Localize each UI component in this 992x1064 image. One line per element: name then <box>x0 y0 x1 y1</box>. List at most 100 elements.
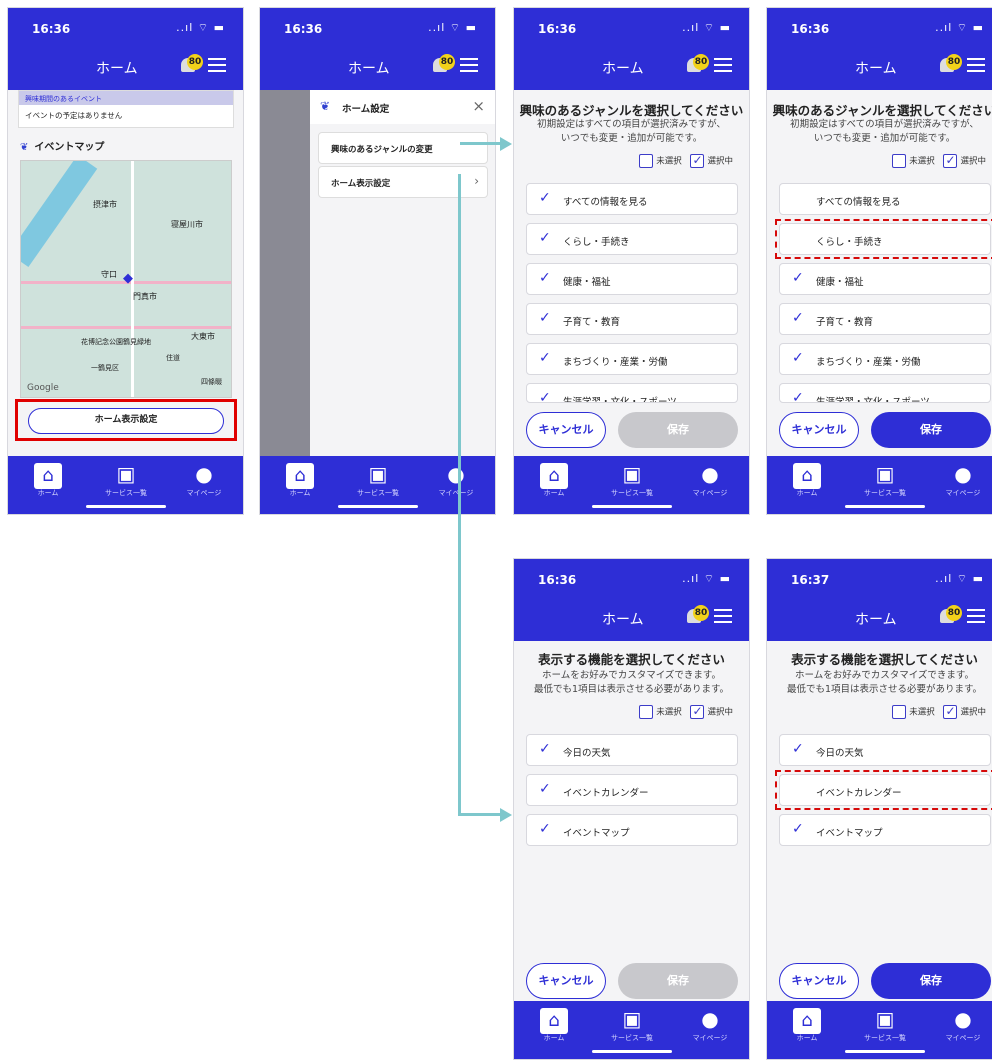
user-icon: ● <box>954 1007 972 1031</box>
unchecked-box-icon <box>892 154 907 168</box>
nav-mypage[interactable]: ● マイページ <box>678 462 742 498</box>
app-header: 16:36 ..ıl ⌔ ▬ ホーム 80 <box>8 8 243 90</box>
nav-mypage[interactable]: ● マイページ <box>678 1007 742 1043</box>
save-button[interactable]: 保存 <box>871 963 991 999</box>
check-icon: ✓ <box>539 190 551 206</box>
home-icon: ⌂ <box>775 1007 839 1034</box>
genre-item[interactable]: ✓ 生涯学習・文化・スポーツ <box>526 383 738 403</box>
map-label: 花博記念公園鶴見緑地 <box>81 338 151 346</box>
home-indicator <box>592 505 672 508</box>
cancel-button[interactable]: キャンセル <box>526 412 606 448</box>
map-label: 摂津市 <box>93 200 117 209</box>
grid-icon: ▣ <box>368 462 388 486</box>
hamburger-menu-icon[interactable] <box>714 609 732 623</box>
highlight-box <box>15 399 237 441</box>
notification-bell-icon[interactable]: 80 <box>937 54 962 74</box>
nav-home[interactable]: ⌂ ホーム <box>268 462 332 498</box>
event-map[interactable]: 摂津市 寝屋川市 守口 門真市 大東市 花博記念公園鶴見緑地 一鶴見区 住道 四… <box>20 160 232 398</box>
nav-home[interactable]: ⌂ ホーム <box>16 462 80 498</box>
header-title: ホーム <box>602 612 644 628</box>
drawer-item-home-display[interactable]: ホーム表示設定 › <box>318 166 488 198</box>
nav-home[interactable]: ⌂ ホーム <box>522 462 586 498</box>
dimmed-background[interactable] <box>260 90 310 458</box>
chevron-right-icon: › <box>474 174 479 188</box>
event-banner-text: イベントの予定はありません <box>25 111 123 120</box>
screen-genre-default: 16:36 ..ıl ⌔ ▬ ホーム 80 興味のあるジャンルを選択してください… <box>513 7 750 515</box>
genre-item[interactable]: ✓ 生涯学習・文化・スポーツ <box>779 383 991 403</box>
check-icon: ✓ <box>792 270 804 286</box>
notification-badge: 80 <box>693 54 709 70</box>
save-button[interactable]: 保存 <box>871 412 991 448</box>
nav-mypage[interactable]: ● マイページ <box>931 462 992 498</box>
home-indicator <box>592 1050 672 1053</box>
grid-icon: ▣ <box>622 1007 642 1031</box>
notification-bell-icon[interactable]: 80 <box>178 54 203 74</box>
nav-services[interactable]: ▣ サービス一覧 <box>600 1007 664 1043</box>
flow-arrow-head <box>500 137 512 151</box>
genre-item[interactable]: ✓ 子育て・教育 <box>779 303 991 335</box>
check-icon: ✓ <box>539 390 551 403</box>
feature-item[interactable]: ✓ 今日の天気 <box>526 734 738 766</box>
genre-item[interactable]: ✓ 健康・福祉 <box>779 263 991 295</box>
feature-item[interactable]: ✓ イベントマップ <box>526 814 738 846</box>
check-icon: ✓ <box>792 350 804 366</box>
screen-genre-changed: 16:36 ..ıl ⌔ ▬ ホーム 80 興味のあるジャンルを選択してください… <box>766 7 992 515</box>
hamburger-menu-icon[interactable] <box>967 609 985 623</box>
feature-item[interactable]: ✓ イベントカレンダー <box>526 774 738 806</box>
cancel-button[interactable]: キャンセル <box>526 963 606 999</box>
map-label: 一鶴見区 <box>91 364 119 372</box>
header-title: ホーム <box>348 61 390 77</box>
nav-services[interactable]: ▣ サービス一覧 <box>346 462 410 498</box>
genre-item[interactable]: すべての情報を見る <box>779 183 991 215</box>
nav-services[interactable]: ▣ サービス一覧 <box>853 1007 917 1043</box>
status-icons: ..ıl ⌔ ▬ <box>176 21 225 34</box>
hamburger-menu-icon[interactable] <box>208 58 226 72</box>
drawer-header: ❦ ホーム設定 × <box>310 90 495 124</box>
user-icon: ● <box>954 462 972 486</box>
header-title: ホーム <box>96 61 138 77</box>
notification-bell-icon[interactable]: 80 <box>684 54 709 74</box>
hamburger-menu-icon[interactable] <box>460 58 478 72</box>
hamburger-menu-icon[interactable] <box>714 58 732 72</box>
grid-icon: ▣ <box>622 462 642 486</box>
feature-item[interactable]: ✓ イベントマップ <box>779 814 991 846</box>
notification-bell-icon[interactable]: 80 <box>684 605 709 625</box>
genre-item[interactable]: ✓ くらし・手続き <box>526 223 738 255</box>
notification-badge: 80 <box>946 605 962 621</box>
hamburger-menu-icon[interactable] <box>967 58 985 72</box>
nav-mypage[interactable]: ● マイページ <box>931 1007 992 1043</box>
genre-item[interactable]: ✓ すべての情報を見る <box>526 183 738 215</box>
nav-services[interactable]: ▣ サービス一覧 <box>600 462 664 498</box>
genre-item[interactable]: ✓ まちづくり・産業・労働 <box>526 343 738 375</box>
genre-item[interactable]: ✓ まちづくり・産業・労働 <box>779 343 991 375</box>
page-subtitle-line1: 初期設定はすべての項目が選択済みですが、 <box>790 119 979 130</box>
save-button-disabled[interactable]: 保存 <box>618 412 738 448</box>
nav-services[interactable]: ▣ サービス一覧 <box>94 462 158 498</box>
map-label: 四條畷 <box>201 378 222 386</box>
notification-bell-icon[interactable]: 80 <box>430 54 455 74</box>
home-icon: ⌂ <box>16 462 80 489</box>
save-button-disabled[interactable]: 保存 <box>618 963 738 999</box>
user-icon: ● <box>701 1007 719 1031</box>
drawer-item-genre[interactable]: 興味のあるジャンルの変更 <box>318 132 488 164</box>
bottom-nav: ⌂ ホーム ▣ サービス一覧 ● マイページ <box>514 456 749 514</box>
notification-bell-icon[interactable]: 80 <box>937 605 962 625</box>
nav-home[interactable]: ⌂ ホーム <box>775 462 839 498</box>
cancel-button[interactable]: キャンセル <box>779 412 859 448</box>
genre-item[interactable]: ✓ 健康・福祉 <box>526 263 738 295</box>
nav-mypage[interactable]: ● マイページ <box>424 462 488 498</box>
selection-legend: 未選択 ✓ 選択中 <box>892 705 986 719</box>
feature-item[interactable]: ✓ 今日の天気 <box>779 734 991 766</box>
genre-item[interactable]: ✓ 子育て・教育 <box>526 303 738 335</box>
leaf-icon: ❦ <box>20 142 29 153</box>
nav-mypage[interactable]: ● マイページ <box>172 462 236 498</box>
close-icon[interactable]: × <box>472 97 485 115</box>
nav-home[interactable]: ⌂ ホーム <box>775 1007 839 1043</box>
checked-box-icon: ✓ <box>690 153 705 168</box>
cancel-button[interactable]: キャンセル <box>779 963 859 999</box>
nav-services[interactable]: ▣ サービス一覧 <box>853 462 917 498</box>
nav-home[interactable]: ⌂ ホーム <box>522 1007 586 1043</box>
map-river <box>21 161 98 268</box>
page-subtitle-line2: 最低でも1項目は表示させる必要があります。 <box>533 684 730 695</box>
check-icon: ✓ <box>539 230 551 246</box>
